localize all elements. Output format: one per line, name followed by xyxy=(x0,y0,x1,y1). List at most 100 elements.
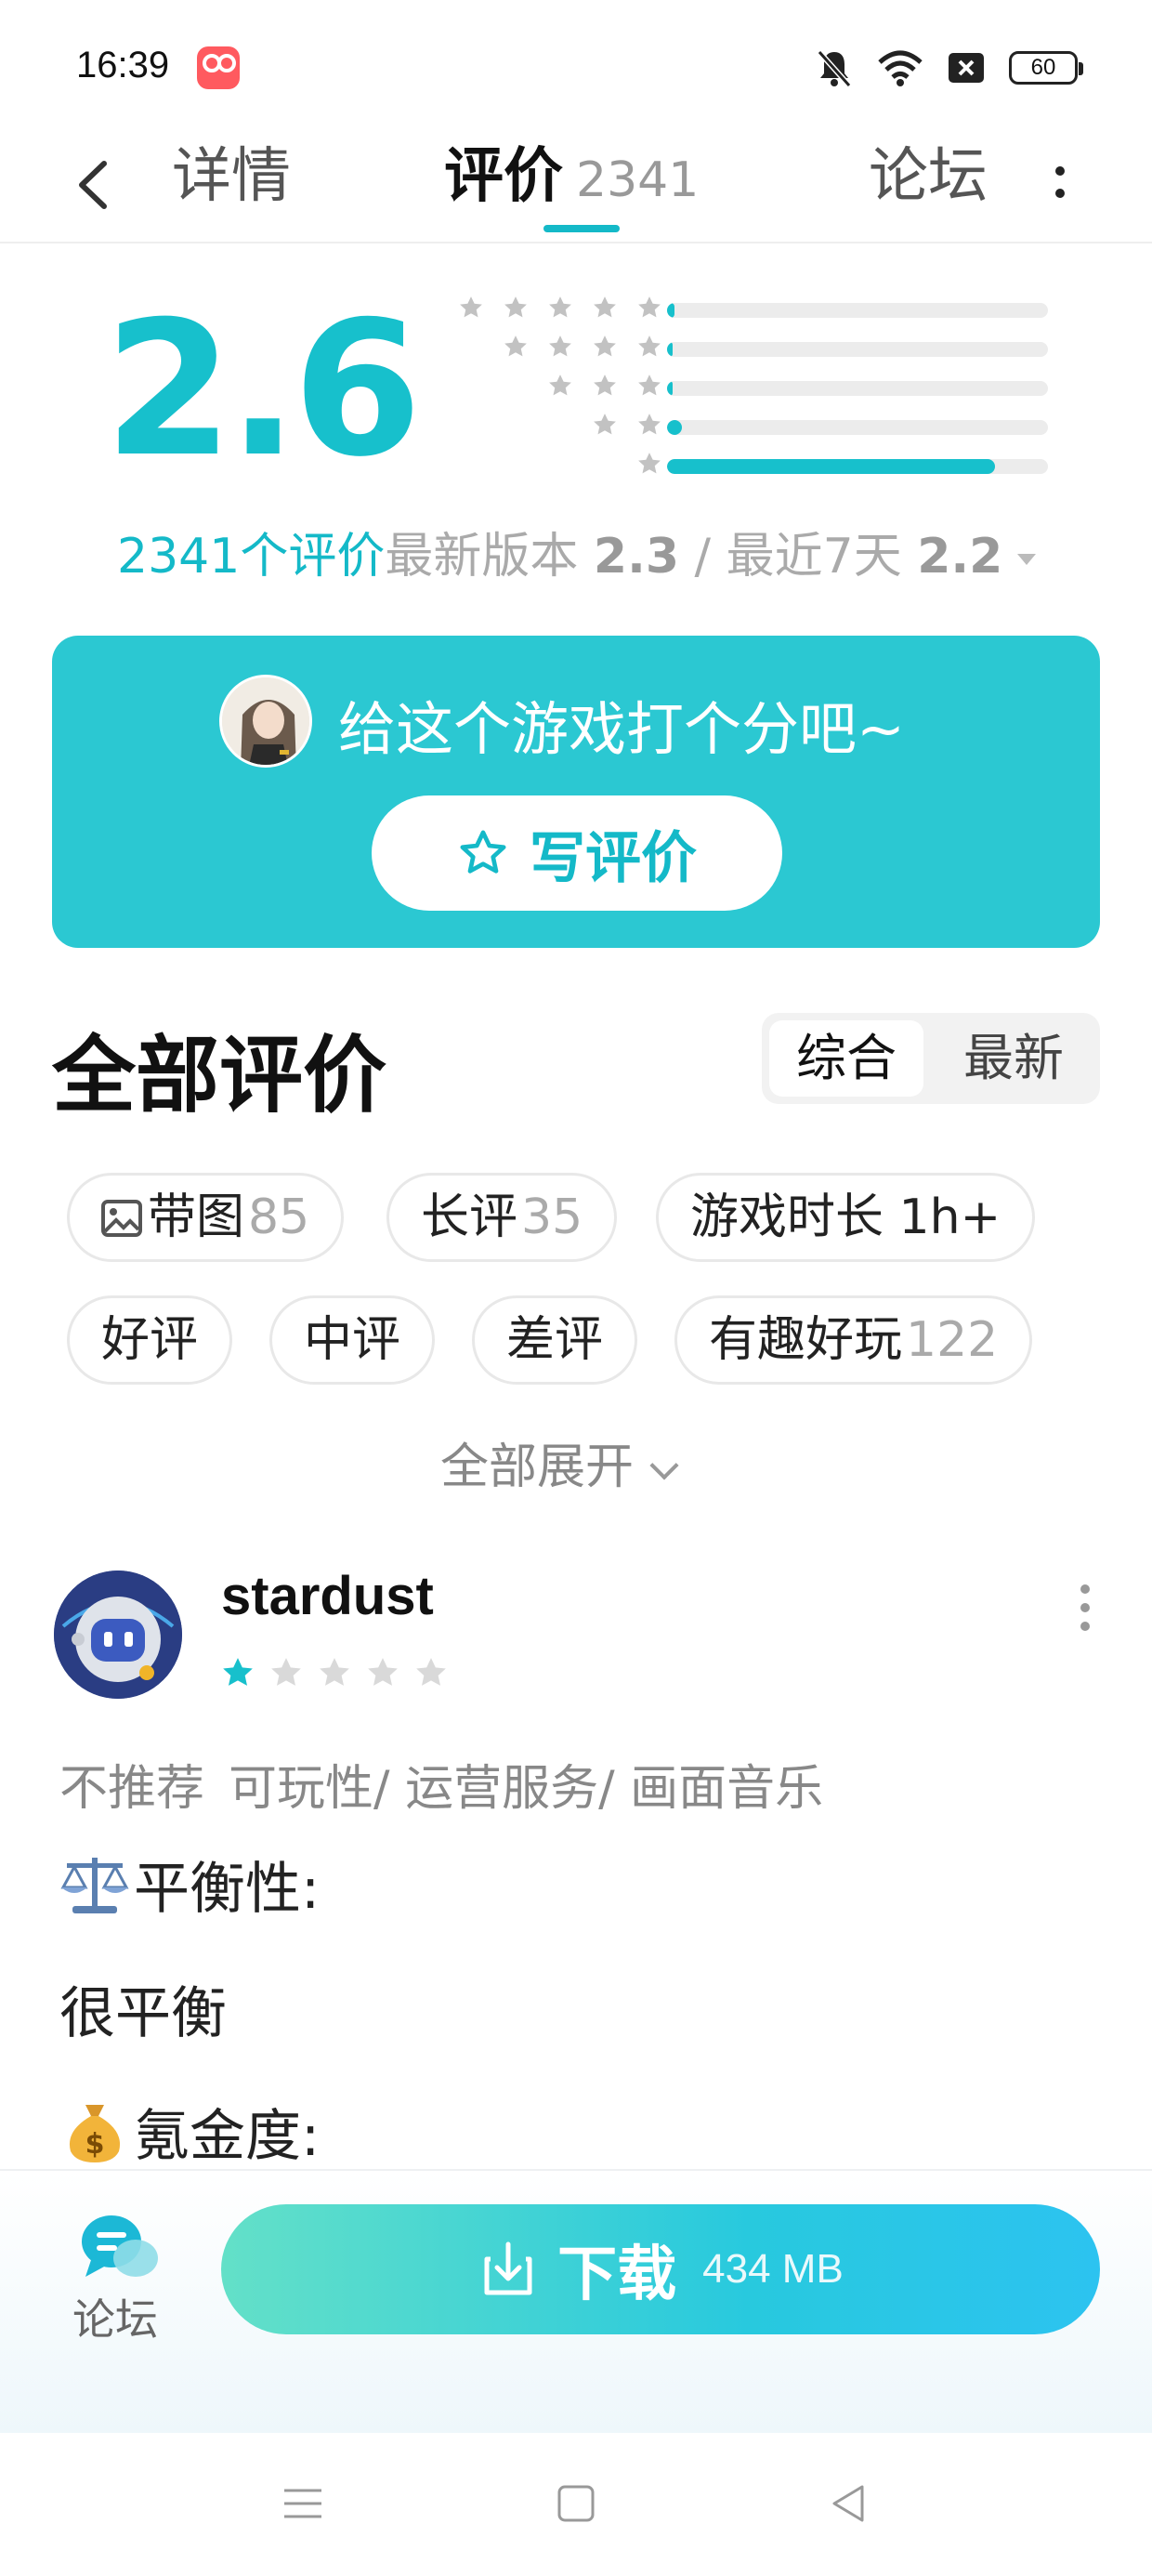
tab-reviews-count: 2341 xyxy=(576,152,700,208)
recent-7-days-score: 2.2 xyxy=(917,529,1003,585)
download-label: 下载 xyxy=(557,2241,677,2309)
star-icon xyxy=(594,375,616,396)
distribution-bar-fill xyxy=(667,381,674,396)
mute-bell-icon xyxy=(817,50,852,87)
distribution-stars xyxy=(457,294,663,322)
total-reviews-count[interactable]: 2341个评价 xyxy=(117,529,385,585)
star-outline-icon xyxy=(460,830,506,874)
sort-overall[interactable]: 综合 xyxy=(769,1020,923,1097)
wifi-icon xyxy=(878,50,923,86)
review-line-text: 平衡性: xyxy=(134,1857,321,1922)
star-empty-icon xyxy=(320,1658,349,1686)
chevron-left-icon[interactable] xyxy=(65,143,121,227)
tab-details[interactable]: 详情 xyxy=(172,121,291,242)
distribution-stars xyxy=(591,411,663,439)
chip-label: 有趣好玩 xyxy=(709,1312,903,1368)
distribution-row-2-star xyxy=(427,411,1059,448)
home-square-icon[interactable] xyxy=(548,2476,604,2531)
star-icon xyxy=(638,296,661,318)
filter-chip-long-reviews[interactable]: 长评35 xyxy=(386,1173,618,1262)
chip-label: 游戏时长 1h+ xyxy=(690,1189,1001,1245)
filter-chip-positive[interactable]: 好评 xyxy=(67,1295,233,1385)
caret-down-icon[interactable] xyxy=(1017,554,1037,565)
star-icon xyxy=(638,453,661,474)
all-reviews-title: 全部评价 xyxy=(52,1027,386,1124)
chip-count: 35 xyxy=(521,1189,583,1245)
star-icon xyxy=(549,335,571,357)
distribution-bar xyxy=(667,342,1048,357)
star-icon xyxy=(594,335,616,357)
write-review-label: 写评价 xyxy=(530,825,697,891)
distribution-bar-fill xyxy=(667,459,995,474)
chip-label: 中评 xyxy=(304,1312,401,1368)
distribution-bar-fill xyxy=(667,420,683,435)
star-icon xyxy=(638,375,661,396)
menu-icon[interactable] xyxy=(275,2476,331,2531)
distribution-row-5-star xyxy=(427,294,1059,331)
distribution-row-4-star xyxy=(427,333,1059,370)
reviewer-avatar[interactable] xyxy=(54,1571,182,1699)
tab-forum-label: 论坛 xyxy=(869,142,988,211)
status-time: 16:39 xyxy=(76,45,170,85)
star-empty-icon xyxy=(368,1658,398,1686)
latest-version-score: 2.3 xyxy=(593,529,680,585)
balance-scale-icon xyxy=(60,1858,129,1913)
rate-game-card: 给这个游戏打个分吧~ 写评价 xyxy=(52,636,1100,948)
reviewer-username[interactable]: stardust xyxy=(221,1565,434,1627)
back-triangle-icon[interactable] xyxy=(821,2476,877,2531)
chip-label: 差评 xyxy=(506,1312,604,1368)
star-icon xyxy=(549,375,571,396)
tab-reviews[interactable]: 评价 2341 xyxy=(444,121,699,242)
chip-count: 122 xyxy=(906,1312,999,1368)
distribution-bar xyxy=(667,303,1048,318)
distribution-bar-fill xyxy=(667,342,674,357)
expand-all-button[interactable]: 全部展开 xyxy=(440,1427,679,1497)
vertical-dots-icon[interactable] xyxy=(1076,1580,1094,1636)
filter-chip-fun[interactable]: 有趣好玩122 xyxy=(674,1295,1033,1385)
distribution-bar-fill xyxy=(667,303,675,318)
money-bag-icon: $ xyxy=(69,2105,121,2162)
tab-forum[interactable]: 论坛 xyxy=(869,121,988,242)
star-filled-icon xyxy=(223,1658,253,1686)
filter-chip-negative[interactable]: 差评 xyxy=(472,1295,638,1385)
chip-label: 好评 xyxy=(101,1312,199,1368)
summary-separator: / xyxy=(694,529,712,585)
sort-latest[interactable]: 最新 xyxy=(935,1020,1093,1097)
distribution-bar xyxy=(667,420,1048,435)
forum-chat-icon[interactable] xyxy=(78,2212,162,2282)
star-icon xyxy=(504,296,527,318)
distribution-bar xyxy=(667,459,1048,474)
filter-chip-neutral[interactable]: 中评 xyxy=(269,1295,436,1385)
filter-chip-playtime[interactable]: 游戏时长 1h+ xyxy=(656,1173,1036,1262)
chip-label: 带图 xyxy=(148,1189,245,1245)
bottom-action-bar: 论坛 下载 434 MB xyxy=(0,2169,1152,2433)
star-icon xyxy=(460,296,482,318)
star-icon xyxy=(549,296,571,318)
download-button[interactable]: 下载 434 MB xyxy=(221,2204,1100,2334)
review-line: 平衡性: xyxy=(59,1844,320,1925)
sort-toggle: 综合 最新 xyxy=(762,1013,1100,1104)
review-line: 很平衡 xyxy=(59,1968,227,2049)
filter-chip-with-images[interactable]: 带图85 xyxy=(67,1173,345,1262)
review-tag-list: 可玩性/ 运营服务/ 画面音乐 xyxy=(229,1761,824,1817)
tab-reviews-label: 评价 xyxy=(444,142,563,211)
review-line: $ 氪金度: xyxy=(59,2091,320,2172)
distribution-bar xyxy=(667,381,1048,396)
write-review-button[interactable]: 写评价 xyxy=(372,795,782,911)
sim-off-icon xyxy=(949,53,984,83)
vertical-dots-icon[interactable] xyxy=(1046,145,1074,219)
svg-text:$: $ xyxy=(85,2128,105,2161)
forum-label[interactable]: 论坛 xyxy=(72,2286,158,2347)
tab-details-label: 详情 xyxy=(172,142,291,211)
star-icon xyxy=(594,296,616,318)
review-line-text: 氪金度: xyxy=(134,2104,321,2169)
review-verdict: 不推荐 xyxy=(59,1761,205,1817)
distribution-row-3-star xyxy=(427,372,1059,409)
distribution-stars xyxy=(635,450,663,478)
latest-version-label: 最新版本 xyxy=(385,529,579,585)
chevron-down-icon xyxy=(649,1451,679,1480)
review-tags: 不推荐 可玩性/ 运营服务/ 画面音乐 xyxy=(59,1749,823,1819)
star-empty-icon xyxy=(416,1658,446,1686)
system-navigation-bar xyxy=(0,2433,1152,2576)
chip-label: 长评 xyxy=(421,1189,518,1245)
